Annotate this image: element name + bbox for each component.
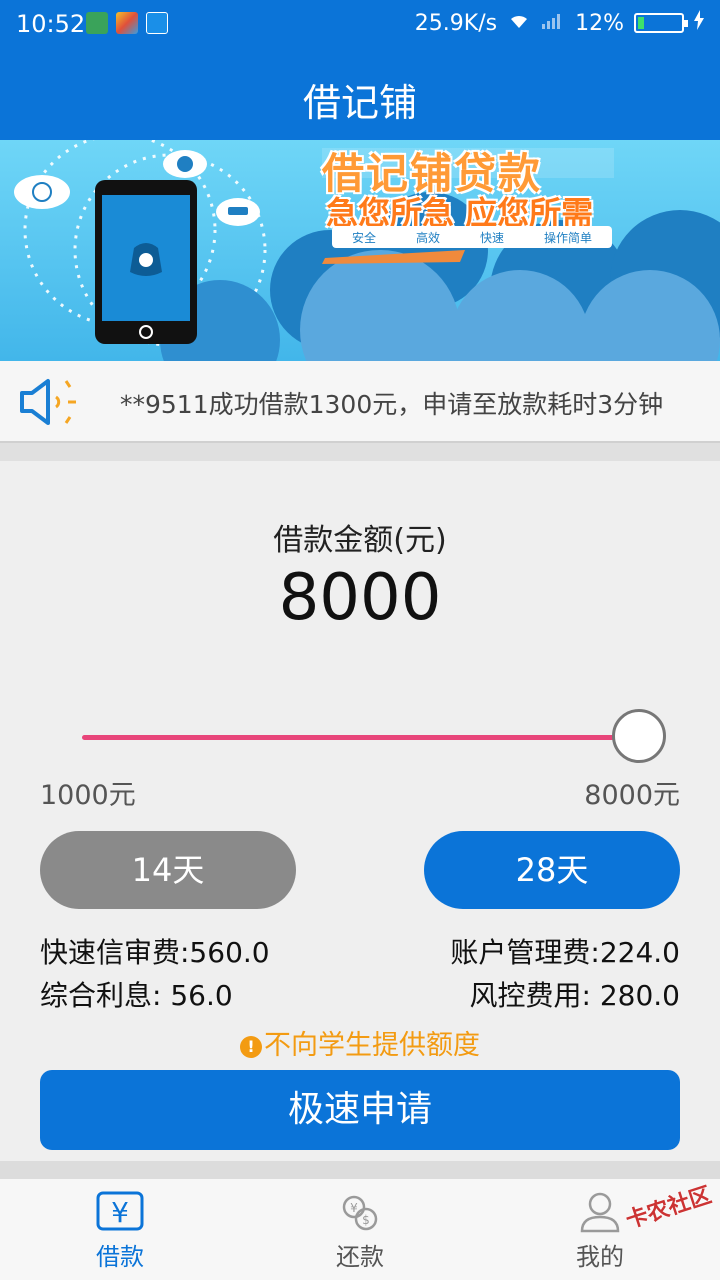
promo-banner[interactable]: 借记铺贷款 急您所急 应您所需 安全 高效 快速 操作简单 <box>0 140 720 361</box>
amount-label: 借款金额(元) <box>273 523 447 558</box>
network-speed: 25.9K/s <box>414 10 498 36</box>
app-notification-icon <box>116 12 138 34</box>
app-notification-icon <box>86 12 108 34</box>
warning-text: 不向学生提供额度 <box>264 1030 480 1061</box>
amount-slider[interactable] <box>82 709 666 769</box>
svg-text:¥: ¥ <box>111 1196 129 1229</box>
charging-icon <box>694 10 704 36</box>
warning-icon: ! <box>240 1036 262 1058</box>
bottom-nav: ¥ 借款 $ ¥ 还款 我的 <box>0 1179 720 1280</box>
status-right: 25.9K/s 12% <box>415 10 704 36</box>
quick-review-fee: 快速信审费:560.0 <box>40 936 270 969</box>
divider <box>0 443 720 461</box>
interest-fee: 综合利息: 56.0 <box>40 979 233 1012</box>
notice-text: **9511成功借款1300元，申请至放款耗时3分钟 <box>120 390 664 419</box>
apply-button[interactable]: 极速申请 <box>40 1070 680 1150</box>
cell-signal-icon <box>541 10 565 36</box>
repay-icon: $ ¥ <box>336 1191 384 1233</box>
notice-bar: **9511成功借款1300元，申请至放款耗时3分钟 <box>0 361 720 443</box>
battery-percent: 12% <box>575 10 624 36</box>
banner-tag: 安全 <box>351 230 376 245</box>
banner-tags: 安全 高效 快速 操作简单 <box>332 226 612 248</box>
svg-text:$: $ <box>362 1213 370 1227</box>
status-bar: 10:52 25.9K/s 12% <box>0 0 720 50</box>
yuan-icon: ¥ <box>96 1191 144 1233</box>
slider-max-label: 8000元 <box>584 780 680 811</box>
notification-icons <box>86 12 168 34</box>
speaker-icon <box>18 375 82 429</box>
svg-text:¥: ¥ <box>350 1201 358 1215</box>
nav-loan-label: 借款 <box>96 1243 144 1271</box>
user-icon <box>576 1191 624 1233</box>
status-time: 10:52 <box>16 10 86 38</box>
battery-icon <box>634 13 688 33</box>
nav-repay-label: 还款 <box>336 1243 384 1271</box>
term-14-days-button[interactable]: 14天 <box>40 831 296 909</box>
screenshot-icon <box>146 12 168 34</box>
banner-tag: 快速 <box>479 230 504 245</box>
divider <box>0 1161 720 1179</box>
banner-tag: 操作简单 <box>543 230 592 245</box>
slider-min-label: 1000元 <box>40 780 136 811</box>
amount-value: 8000 <box>278 561 442 635</box>
student-warning: ! 不向学生提供额度 <box>0 1023 720 1062</box>
nav-loan-tab[interactable]: ¥ 借款 <box>0 1179 240 1280</box>
banner-tag: 高效 <box>415 230 440 245</box>
slider-track[interactable] <box>82 735 638 740</box>
app-bar: 借记铺 <box>0 50 720 140</box>
page-title: 借记铺 <box>302 81 417 125</box>
risk-control-fee: 风控费用: 280.0 <box>469 979 681 1012</box>
nav-mine-label: 我的 <box>576 1243 624 1271</box>
nav-repay-tab[interactable]: $ ¥ 还款 <box>240 1179 480 1280</box>
slider-thumb[interactable] <box>612 709 666 763</box>
account-management-fee: 账户管理费:224.0 <box>450 936 680 969</box>
loan-form: 借款金额(元) 8000 1000元 8000元 14天 28天 快速信审费:5… <box>0 461 720 1161</box>
term-28-days-button[interactable]: 28天 <box>424 831 680 909</box>
wifi-icon <box>507 10 531 36</box>
